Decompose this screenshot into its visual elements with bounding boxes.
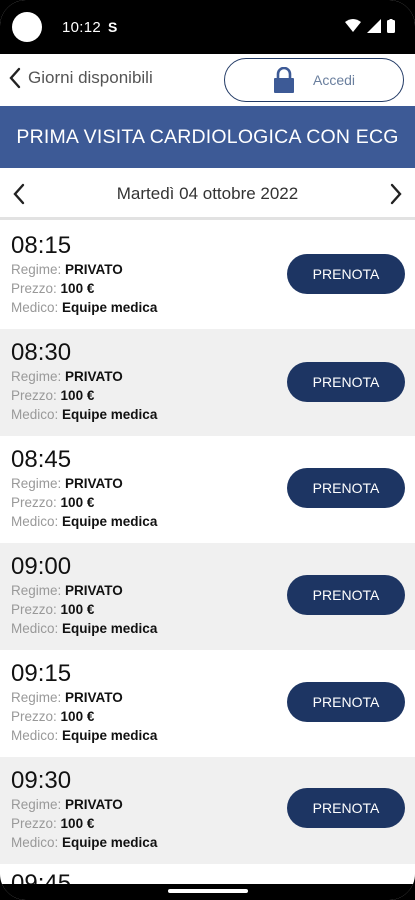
page-title: PRIMA VISITA CARDIOLOGICA CON ECG	[16, 125, 399, 148]
book-button[interactable]: PRENOTA	[287, 682, 405, 722]
price-label: Prezzo:	[11, 281, 57, 296]
camera-cutout	[12, 12, 42, 42]
price-label: Prezzo:	[11, 709, 57, 724]
regime-label: Regime:	[11, 690, 62, 705]
regime-value: PRIVATO	[65, 690, 123, 705]
regime-label: Regime:	[11, 476, 62, 491]
price-label: Prezzo:	[11, 495, 57, 510]
status-icons	[345, 19, 395, 33]
regime-label: Regime:	[11, 262, 62, 277]
home-handle[interactable]	[168, 889, 248, 893]
doctor-value: Equipe medica	[62, 728, 158, 743]
doctor-value: Equipe medica	[62, 407, 158, 422]
status-bar: 10:12 S	[0, 0, 415, 54]
price-value: 100 €	[60, 495, 95, 510]
wifi-icon	[345, 19, 361, 32]
next-day-button[interactable]	[389, 182, 403, 211]
doctor-label: Medico:	[11, 514, 59, 529]
doctor-value: Equipe medica	[62, 514, 158, 529]
doctor-label: Medico:	[11, 835, 59, 850]
signal-icon	[367, 19, 381, 33]
top-navigation: Giorni disponibili Accedi	[0, 54, 415, 106]
price-value: 100 €	[60, 388, 95, 403]
price-value: 100 €	[60, 709, 95, 724]
slot-list: 08:15 Regime: PRIVATO Prezzo: 100 € Medico:…	[0, 222, 415, 864]
doctor-label: Medico:	[11, 621, 59, 636]
selected-date: Martedì 04 ottobre 2022	[116, 184, 299, 203]
doctor-value: Equipe medica	[62, 621, 158, 636]
regime-value: PRIVATO	[65, 797, 123, 812]
book-button[interactable]: PRENOTA	[287, 575, 405, 615]
slot-row: 09:15 Regime: PRIVATO Prezzo: 100 € Medico:…	[0, 650, 415, 757]
slot-doctor: Medico: Equipe medica	[11, 405, 415, 424]
regime-value: PRIVATO	[65, 369, 123, 384]
regime-value: PRIVATO	[65, 476, 123, 491]
book-button[interactable]: PRENOTA	[287, 254, 405, 294]
book-button[interactable]: PRENOTA	[287, 788, 405, 828]
book-button[interactable]: PRENOTA	[287, 468, 405, 508]
title-banner: PRIMA VISITA CARDIOLOGICA CON ECG	[0, 106, 415, 168]
login-button[interactable]: Accedi	[224, 58, 404, 102]
slot-doctor: Medico: Equipe medica	[11, 298, 415, 317]
lock-icon	[273, 67, 294, 93]
slot-row: 09:30 Regime: PRIVATO Prezzo: 100 € Medico:…	[0, 757, 415, 864]
price-value: 100 €	[60, 602, 95, 617]
price-label: Prezzo:	[11, 388, 57, 403]
slot-row: 08:30 Regime: PRIVATO Prezzo: 100 € Medico:…	[0, 329, 415, 436]
regime-label: Regime:	[11, 583, 62, 598]
doctor-label: Medico:	[11, 300, 59, 315]
slot-row: 08:15 Regime: PRIVATO Prezzo: 100 € Medico:…	[0, 222, 415, 329]
status-notification-icon: S	[108, 19, 118, 35]
regime-label: Regime:	[11, 369, 62, 384]
price-value: 100 €	[60, 816, 95, 831]
chevron-right-icon	[390, 183, 402, 205]
doctor-value: Equipe medica	[62, 300, 158, 315]
price-label: Prezzo:	[11, 816, 57, 831]
regime-label: Regime:	[11, 797, 62, 812]
app-screen: 10:12 S Giorni disponibili Accedi PRIMA …	[0, 0, 415, 900]
date-selector: Martedì 04 ottobre 2022	[0, 168, 415, 220]
doctor-label: Medico:	[11, 728, 59, 743]
back-button[interactable]: Giorni disponibili	[8, 66, 153, 90]
doctor-label: Medico:	[11, 407, 59, 422]
status-time: 10:12	[62, 19, 102, 36]
slot-doctor: Medico: Equipe medica	[11, 833, 415, 852]
slot-doctor: Medico: Equipe medica	[11, 726, 415, 745]
battery-icon	[387, 19, 395, 33]
book-button[interactable]: PRENOTA	[287, 362, 405, 402]
slot-row: 08:45 Regime: PRIVATO Prezzo: 100 € Medico:…	[0, 436, 415, 543]
slot-row: 09:00 Regime: PRIVATO Prezzo: 100 € Medico:…	[0, 543, 415, 650]
system-navigation-bar	[0, 884, 415, 900]
regime-value: PRIVATO	[65, 262, 123, 277]
slot-doctor: Medico: Equipe medica	[11, 512, 415, 531]
slot-doctor: Medico: Equipe medica	[11, 619, 415, 638]
price-label: Prezzo:	[11, 602, 57, 617]
regime-value: PRIVATO	[65, 583, 123, 598]
back-button-label: Giorni disponibili	[28, 68, 153, 87]
doctor-value: Equipe medica	[62, 835, 158, 850]
chevron-left-icon	[9, 67, 21, 89]
login-button-label: Accedi	[312, 72, 356, 88]
price-value: 100 €	[60, 281, 95, 296]
